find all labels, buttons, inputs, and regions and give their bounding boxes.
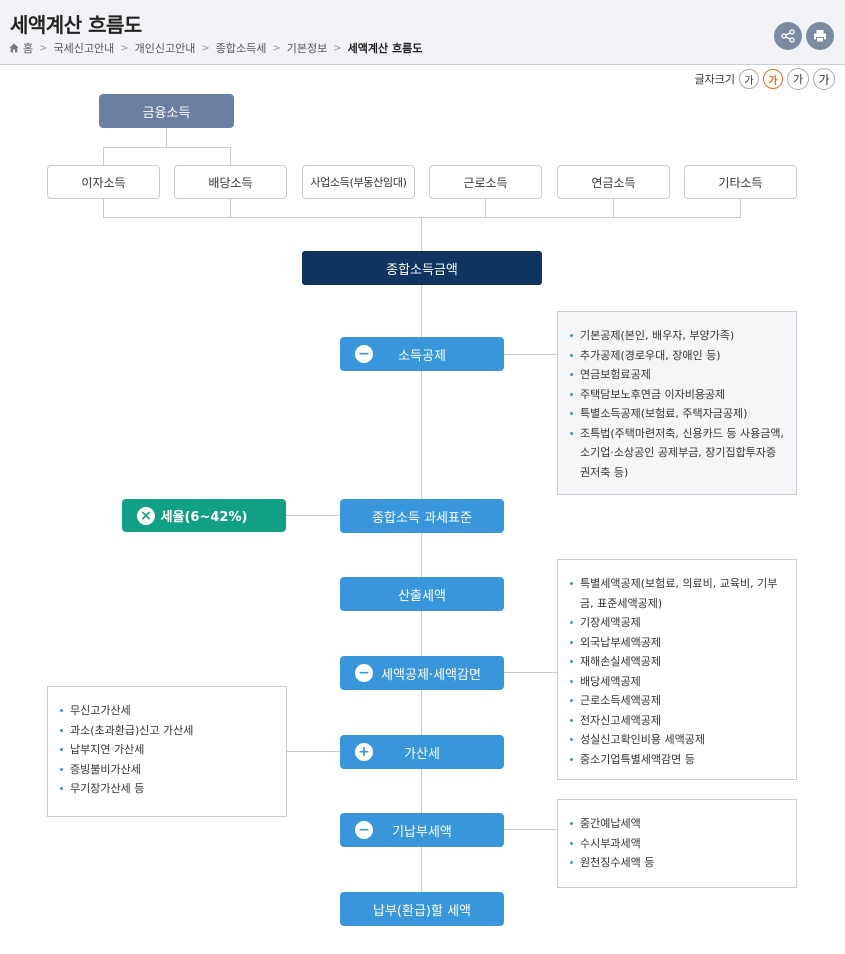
share-button[interactable] bbox=[774, 22, 802, 50]
connector-line bbox=[230, 199, 231, 217]
connector-line bbox=[103, 147, 104, 165]
font-size-control: 글자크기 가 가 가 가 bbox=[695, 68, 835, 90]
home-icon bbox=[9, 43, 19, 53]
chevron-right-icon: > bbox=[120, 42, 129, 54]
connector-line bbox=[504, 354, 557, 355]
font-size-small-button[interactable]: 가 bbox=[739, 69, 759, 89]
font-size-normal-button[interactable]: 가 bbox=[763, 69, 783, 89]
list-item: 배당세액공제 bbox=[570, 672, 784, 692]
list-item: 수시부과세액 bbox=[570, 834, 784, 854]
connector-line bbox=[166, 127, 167, 147]
list-item: 중간예납세액 bbox=[570, 814, 784, 834]
list-item: 재해손실세액공제 bbox=[570, 652, 784, 672]
connector-line bbox=[421, 217, 422, 251]
chevron-right-icon: > bbox=[272, 42, 281, 54]
tax-credit-label: 세액공제·세액감면 bbox=[381, 667, 481, 683]
list-item: 증빙불비가산세 bbox=[60, 760, 274, 780]
connector-line bbox=[485, 199, 486, 217]
list-item: 연금보험료공제 bbox=[570, 365, 784, 385]
connector-line bbox=[504, 672, 557, 673]
list-item: 외국납부세액공제 bbox=[570, 633, 784, 653]
breadcrumb-item[interactable]: 국세신고안내 bbox=[54, 40, 115, 56]
breadcrumb-home[interactable]: 홈 bbox=[23, 40, 33, 56]
list-item: 특별소득공제(보험료, 주택자금공제) bbox=[570, 404, 784, 424]
connector-line bbox=[230, 147, 231, 165]
dividend-income-box: 배당소득 bbox=[174, 165, 287, 199]
list-item: 납부지연 가산세 bbox=[60, 740, 274, 760]
list-item: 기장세액공제 bbox=[570, 613, 784, 633]
list-item: 원천징수세액 등 bbox=[570, 853, 784, 873]
prepaid-tax-box: − 기납부세액 bbox=[340, 813, 504, 847]
income-deduction-label: 소득공제 bbox=[398, 348, 446, 364]
penalty-tax-box: + 가산세 bbox=[340, 735, 504, 769]
total-income-box: 종합소득금액 bbox=[302, 251, 542, 285]
tax-credit-box: − 세액공제·세액감면 bbox=[340, 656, 504, 690]
list-item: 성실신고확인비용 세액공제 bbox=[570, 730, 784, 750]
other-income-box: 기타소득 bbox=[684, 165, 797, 199]
calculated-tax-box: 산출세액 bbox=[340, 577, 504, 611]
list-item: 무신고가산세 bbox=[60, 701, 274, 721]
list-item: 과소(초과환급)신고 가산세 bbox=[60, 721, 274, 741]
final-tax-box: 납부(환급)할 세액 bbox=[340, 892, 504, 926]
breadcrumb-current: 세액계산 흐름도 bbox=[347, 42, 423, 55]
earned-income-box: 근로소득 bbox=[429, 165, 542, 199]
connector-line bbox=[740, 199, 741, 217]
business-income-box: 사업소득(부동산임대) bbox=[302, 165, 415, 199]
deduction-items-panel: 기본공제(본인, 배우자, 부양가족) 추가공제(경로우대, 장애인 등) 연금… bbox=[557, 311, 797, 495]
minus-icon: − bbox=[355, 664, 373, 682]
list-item: 무기장가산세 등 bbox=[60, 779, 274, 799]
breadcrumb-item[interactable]: 종합소득세 bbox=[216, 40, 267, 56]
minus-icon: − bbox=[355, 345, 373, 363]
font-size-xlarge-button[interactable]: 가 bbox=[813, 68, 835, 90]
connector-line bbox=[287, 751, 340, 752]
font-size-label: 글자크기 bbox=[694, 73, 735, 86]
tax-rate-label: 세율(6~42%) bbox=[160, 510, 248, 525]
list-item: 근로소득세액공제 bbox=[570, 691, 784, 711]
list-item: 특별세액공제(보험료, 의료비, 교육비, 기부금, 표준세액공제) bbox=[570, 574, 784, 613]
connector-line bbox=[613, 199, 614, 217]
chevron-right-icon: > bbox=[201, 42, 210, 54]
connector-line bbox=[286, 515, 340, 516]
page-title: 세액계산 흐름도 bbox=[10, 13, 142, 37]
prepaid-items-panel: 중간예납세액 수시부과세액 원천징수세액 등 bbox=[557, 799, 797, 888]
connector-line bbox=[103, 199, 104, 217]
penalty-tax-label: 가산세 bbox=[404, 746, 440, 762]
breadcrumb-item[interactable]: 개인신고안내 bbox=[135, 40, 196, 56]
chevron-right-icon: > bbox=[39, 42, 48, 54]
credit-items-panel: 특별세액공제(보험료, 의료비, 교육비, 기부금, 표준세액공제) 기장세액공… bbox=[557, 559, 797, 780]
chevron-right-icon: > bbox=[333, 42, 342, 54]
connector-line bbox=[103, 147, 231, 148]
font-size-large-button[interactable]: 가 bbox=[787, 68, 809, 90]
page-header: 세액계산 흐름도 홈 > 국세신고안내 > 개인신고안내 > 종합소득세 > 기… bbox=[0, 0, 845, 65]
share-icon bbox=[781, 29, 795, 43]
list-item: 기본공제(본인, 배우자, 부양가족) bbox=[570, 326, 784, 346]
minus-icon: − bbox=[355, 821, 373, 839]
penalty-items-panel: 무신고가산세 과소(초과환급)신고 가산세 납부지연 가산세 증빙불비가산세 무… bbox=[47, 686, 287, 817]
plus-icon: + bbox=[355, 743, 373, 761]
list-item: 전자신고세액공제 bbox=[570, 711, 784, 731]
list-item: 중소기업특별세액감면 등 bbox=[570, 750, 784, 770]
list-item: 조특법(주택마련저축, 신용카드 등 사용금액, 소기업·소상공인 공제부금, … bbox=[570, 424, 784, 483]
income-deduction-box: − 소득공제 bbox=[340, 337, 504, 371]
list-item: 추가공제(경로우대, 장애인 등) bbox=[570, 346, 784, 366]
print-button[interactable] bbox=[806, 22, 834, 50]
financial-income-box: 금융소득 bbox=[99, 94, 234, 128]
list-item: 주택담보노후연금 이자비용공제 bbox=[570, 385, 784, 405]
connector-line bbox=[103, 217, 741, 218]
breadcrumb: 홈 > 국세신고안내 > 개인신고안내 > 종합소득세 > 기본정보 > 세액계… bbox=[9, 40, 422, 56]
prepaid-tax-label: 기납부세액 bbox=[392, 824, 452, 840]
tax-base-box: 종합소득 과세표준 bbox=[340, 499, 504, 533]
connector-line bbox=[504, 829, 557, 830]
pension-income-box: 연금소득 bbox=[557, 165, 670, 199]
breadcrumb-item[interactable]: 기본정보 bbox=[287, 40, 327, 56]
multiply-icon: × bbox=[137, 506, 155, 525]
interest-income-box: 이자소득 bbox=[47, 165, 160, 199]
tax-rate-box: × 세율(6~42%) bbox=[122, 499, 286, 532]
print-icon bbox=[814, 30, 826, 43]
